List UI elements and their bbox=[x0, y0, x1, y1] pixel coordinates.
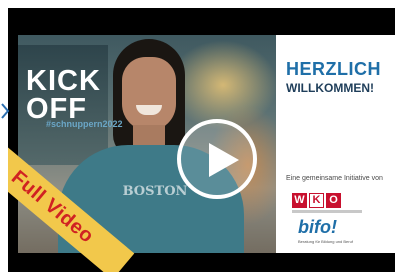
welcome-subtitle: WILLKOMMEN! bbox=[286, 81, 374, 95]
play-icon bbox=[209, 143, 239, 177]
bifo-logo: bifo! bbox=[298, 217, 337, 237]
initiative-text: Eine gemeinsame Initiative von bbox=[286, 175, 383, 182]
kickoff-title: KICK OFF bbox=[26, 65, 101, 124]
wko-subline bbox=[292, 210, 362, 213]
play-button[interactable] bbox=[177, 119, 257, 199]
welcome-title: HERZLICH bbox=[286, 59, 381, 79]
welcome-panel: HERZLICH WILLKOMMEN! Eine gemeinsame Ini… bbox=[276, 35, 395, 253]
bifo-subline: Beratung für Bildung und Beruf bbox=[298, 239, 353, 244]
chevron-left-icon[interactable] bbox=[0, 96, 10, 126]
kickoff-line-1: KICK bbox=[26, 65, 101, 97]
wko-logo: W K O bbox=[292, 193, 341, 208]
video-player[interactable]: BOSTON KICK OFF #schnuppern2022 HERZLICH… bbox=[8, 8, 395, 272]
hashtag: #schnuppern2022 bbox=[46, 119, 123, 129]
hoodie-print: BOSTON bbox=[122, 184, 188, 199]
